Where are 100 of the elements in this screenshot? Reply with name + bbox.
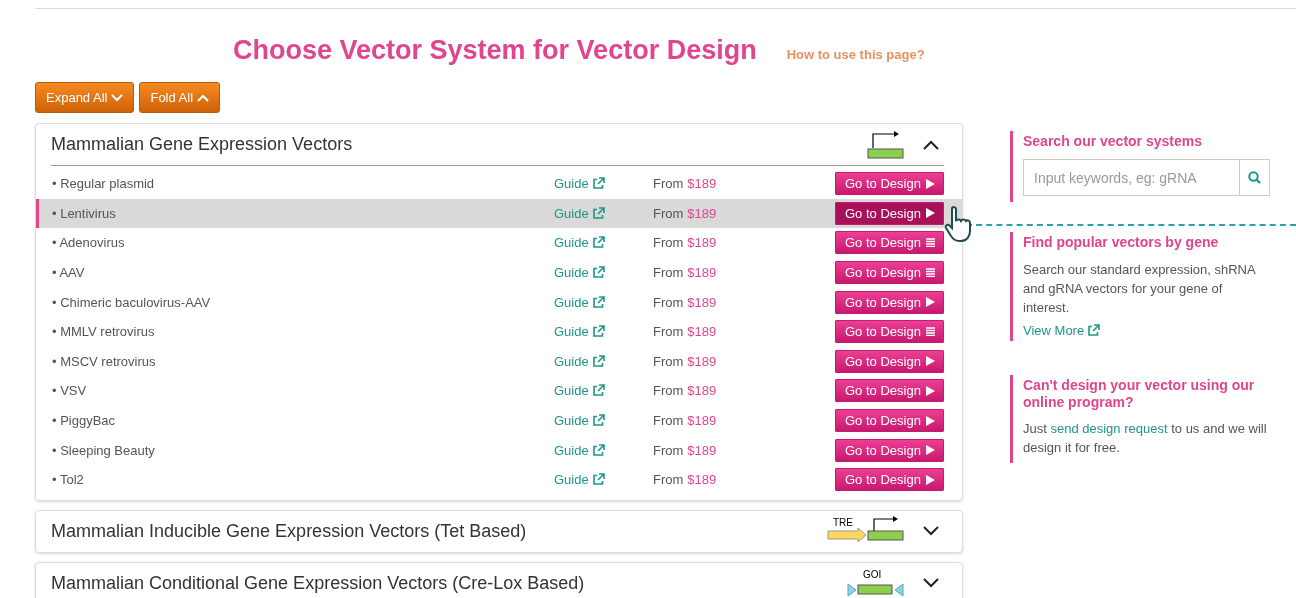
- play-icon: [925, 208, 935, 219]
- vector-name: • Sleeping Beauty: [51, 442, 156, 458]
- external-link-icon: [591, 473, 605, 487]
- vector-name: • Regular plasmid: [51, 176, 156, 192]
- external-link-icon: [591, 354, 605, 368]
- chevron-up-icon: [197, 93, 210, 102]
- external-link-icon: [591, 177, 605, 191]
- vector-name: • PiggyBac: [51, 413, 117, 429]
- vector-row[interactable]: • Chimeric baculovirus-AAV Guide From $189 Go to Design: [36, 287, 962, 317]
- go-to-design-button[interactable]: Go to Design: [835, 290, 944, 314]
- list-icon: [925, 268, 935, 278]
- external-link-icon: [591, 295, 605, 309]
- price-prefix: From: [653, 442, 684, 458]
- external-link-icon: [591, 206, 605, 220]
- design-request-link[interactable]: send design request: [1050, 421, 1168, 436]
- price-prefix: From: [653, 413, 684, 429]
- vector-row[interactable]: • Tol2 Guide From $189 Go to Design: [36, 464, 962, 495]
- price-prefix: From: [653, 235, 684, 251]
- price-prefix: From: [653, 205, 684, 221]
- sidebar-heading: Search our vector systems: [1023, 133, 1203, 149]
- list-icon: [925, 327, 935, 337]
- guide-link[interactable]: Guide: [554, 472, 653, 488]
- guide-link[interactable]: Guide: [554, 265, 653, 281]
- vector-row[interactable]: • MSCV retrovirus Guide From $189 Go to Design: [36, 346, 962, 377]
- go-to-design-button[interactable]: Go to Design: [835, 468, 944, 492]
- price: $189: [687, 294, 717, 310]
- search-button[interactable]: [1240, 159, 1270, 196]
- price: $189: [687, 413, 717, 429]
- vector-name: • MSCV retrovirus: [51, 353, 157, 369]
- search-field[interactable]: Input keywords, eg: gRNA: [1023, 159, 1240, 196]
- vector-name: • Lentivirus: [51, 205, 117, 221]
- price-prefix: From: [653, 265, 684, 281]
- guide-link[interactable]: Guide: [554, 383, 653, 399]
- price-prefix: From: [653, 472, 684, 488]
- panel-title[interactable]: Mammalian Inducible Gene Expression Vectors (Tet Based): [51, 520, 825, 542]
- play-icon: [925, 474, 935, 485]
- panel-title[interactable]: Mammalian Gene Expression Vectors: [51, 134, 825, 155]
- external-link-icon: [591, 266, 605, 280]
- view-more-link[interactable]: View More: [1023, 323, 1101, 338]
- guide-link[interactable]: Guide: [554, 176, 653, 192]
- guide-link[interactable]: Guide: [554, 442, 653, 458]
- price: $189: [687, 442, 717, 458]
- sidebar-heading: Find popular vectors by gene: [1023, 234, 1220, 250]
- go-to-design-button[interactable]: Go to Design: [835, 409, 944, 433]
- vector-name: • AAV: [51, 265, 86, 281]
- guide-link[interactable]: Guide: [554, 353, 653, 369]
- search-icon: [1248, 171, 1261, 184]
- vector-name: • Adenovirus: [51, 235, 126, 251]
- price: $189: [687, 383, 717, 399]
- go-to-design-button[interactable]: Go to Design: [835, 201, 944, 225]
- play-icon: [925, 297, 935, 308]
- price: $189: [687, 176, 717, 192]
- vector-name: • Chimeric baculovirus-AAV: [51, 294, 212, 310]
- go-to-design-button[interactable]: Go to Design: [835, 231, 944, 255]
- vector-row[interactable]: • Lentivirus Guide From $189 Go to Design: [36, 198, 962, 229]
- go-to-design-button[interactable]: Go to Design: [835, 349, 944, 373]
- promoter-diagram: [867, 129, 905, 160]
- list-icon: [925, 238, 935, 248]
- sidebar-heading: Can't design your vector using our online program?: [1023, 377, 1256, 411]
- vector-row[interactable]: • PiggyBac Guide From $189 Go to Design: [36, 405, 962, 436]
- sidebar-text: Just send design request to us and we will design it for free.: [1023, 420, 1268, 457]
- vector-row[interactable]: • MMLV retrovirus Guide From $189 Go to Design: [36, 316, 962, 347]
- vector-name: • VSV: [51, 383, 88, 399]
- go-to-design-button[interactable]: Go to Design: [835, 172, 944, 196]
- toolbar-button[interactable]: Fold All: [139, 82, 221, 113]
- external-link-icon: [591, 414, 605, 428]
- panel-title[interactable]: Mammalian Conditional Gene Expression Vectors (Cre-Lox Based): [51, 572, 825, 594]
- external-link-icon: [591, 443, 605, 457]
- page-title: Choose Vector System for Vector Design: [233, 35, 757, 66]
- vector-row[interactable]: • AAV Guide From $189 Go to Design: [36, 257, 962, 288]
- guide-link[interactable]: Guide: [554, 413, 653, 429]
- toolbar-button[interactable]: Expand All: [35, 82, 135, 113]
- vector-name: • MMLV retrovirus: [51, 324, 156, 340]
- external-link-icon: [591, 384, 605, 398]
- guide-link[interactable]: Guide: [554, 294, 653, 310]
- price: $189: [687, 235, 717, 251]
- vector-row[interactable]: • Sleeping Beauty Guide From $189 Go to Design: [36, 435, 962, 465]
- external-link-icon: [1087, 324, 1101, 337]
- go-to-design-button[interactable]: Go to Design: [835, 320, 944, 344]
- price-prefix: From: [653, 294, 684, 310]
- guide-link[interactable]: Guide: [554, 235, 653, 251]
- expand-icon[interactable]: [923, 526, 939, 537]
- go-to-design-button[interactable]: Go to Design: [835, 261, 944, 285]
- price: $189: [687, 472, 717, 488]
- price: $189: [687, 265, 717, 281]
- price: $189: [687, 324, 717, 340]
- go-to-design-button[interactable]: Go to Design: [835, 379, 944, 403]
- price-prefix: From: [653, 176, 684, 192]
- go-to-design-button[interactable]: Go to Design: [835, 438, 944, 462]
- guide-link[interactable]: Guide: [554, 205, 653, 221]
- collapse-icon[interactable]: [923, 139, 939, 150]
- play-icon: [925, 178, 935, 189]
- vector-row[interactable]: • VSV Guide From $189 Go to Design: [36, 376, 962, 406]
- cre-lox-diagram: GOI: [847, 567, 905, 598]
- help-link[interactable]: How to use this page?: [786, 47, 925, 62]
- guide-link[interactable]: Guide: [554, 324, 653, 340]
- price-prefix: From: [653, 353, 684, 369]
- price-prefix: From: [653, 383, 684, 399]
- vector-row[interactable]: • Regular plasmid Guide From $189 Go to Design: [36, 169, 962, 199]
- expand-icon[interactable]: [923, 578, 939, 589]
